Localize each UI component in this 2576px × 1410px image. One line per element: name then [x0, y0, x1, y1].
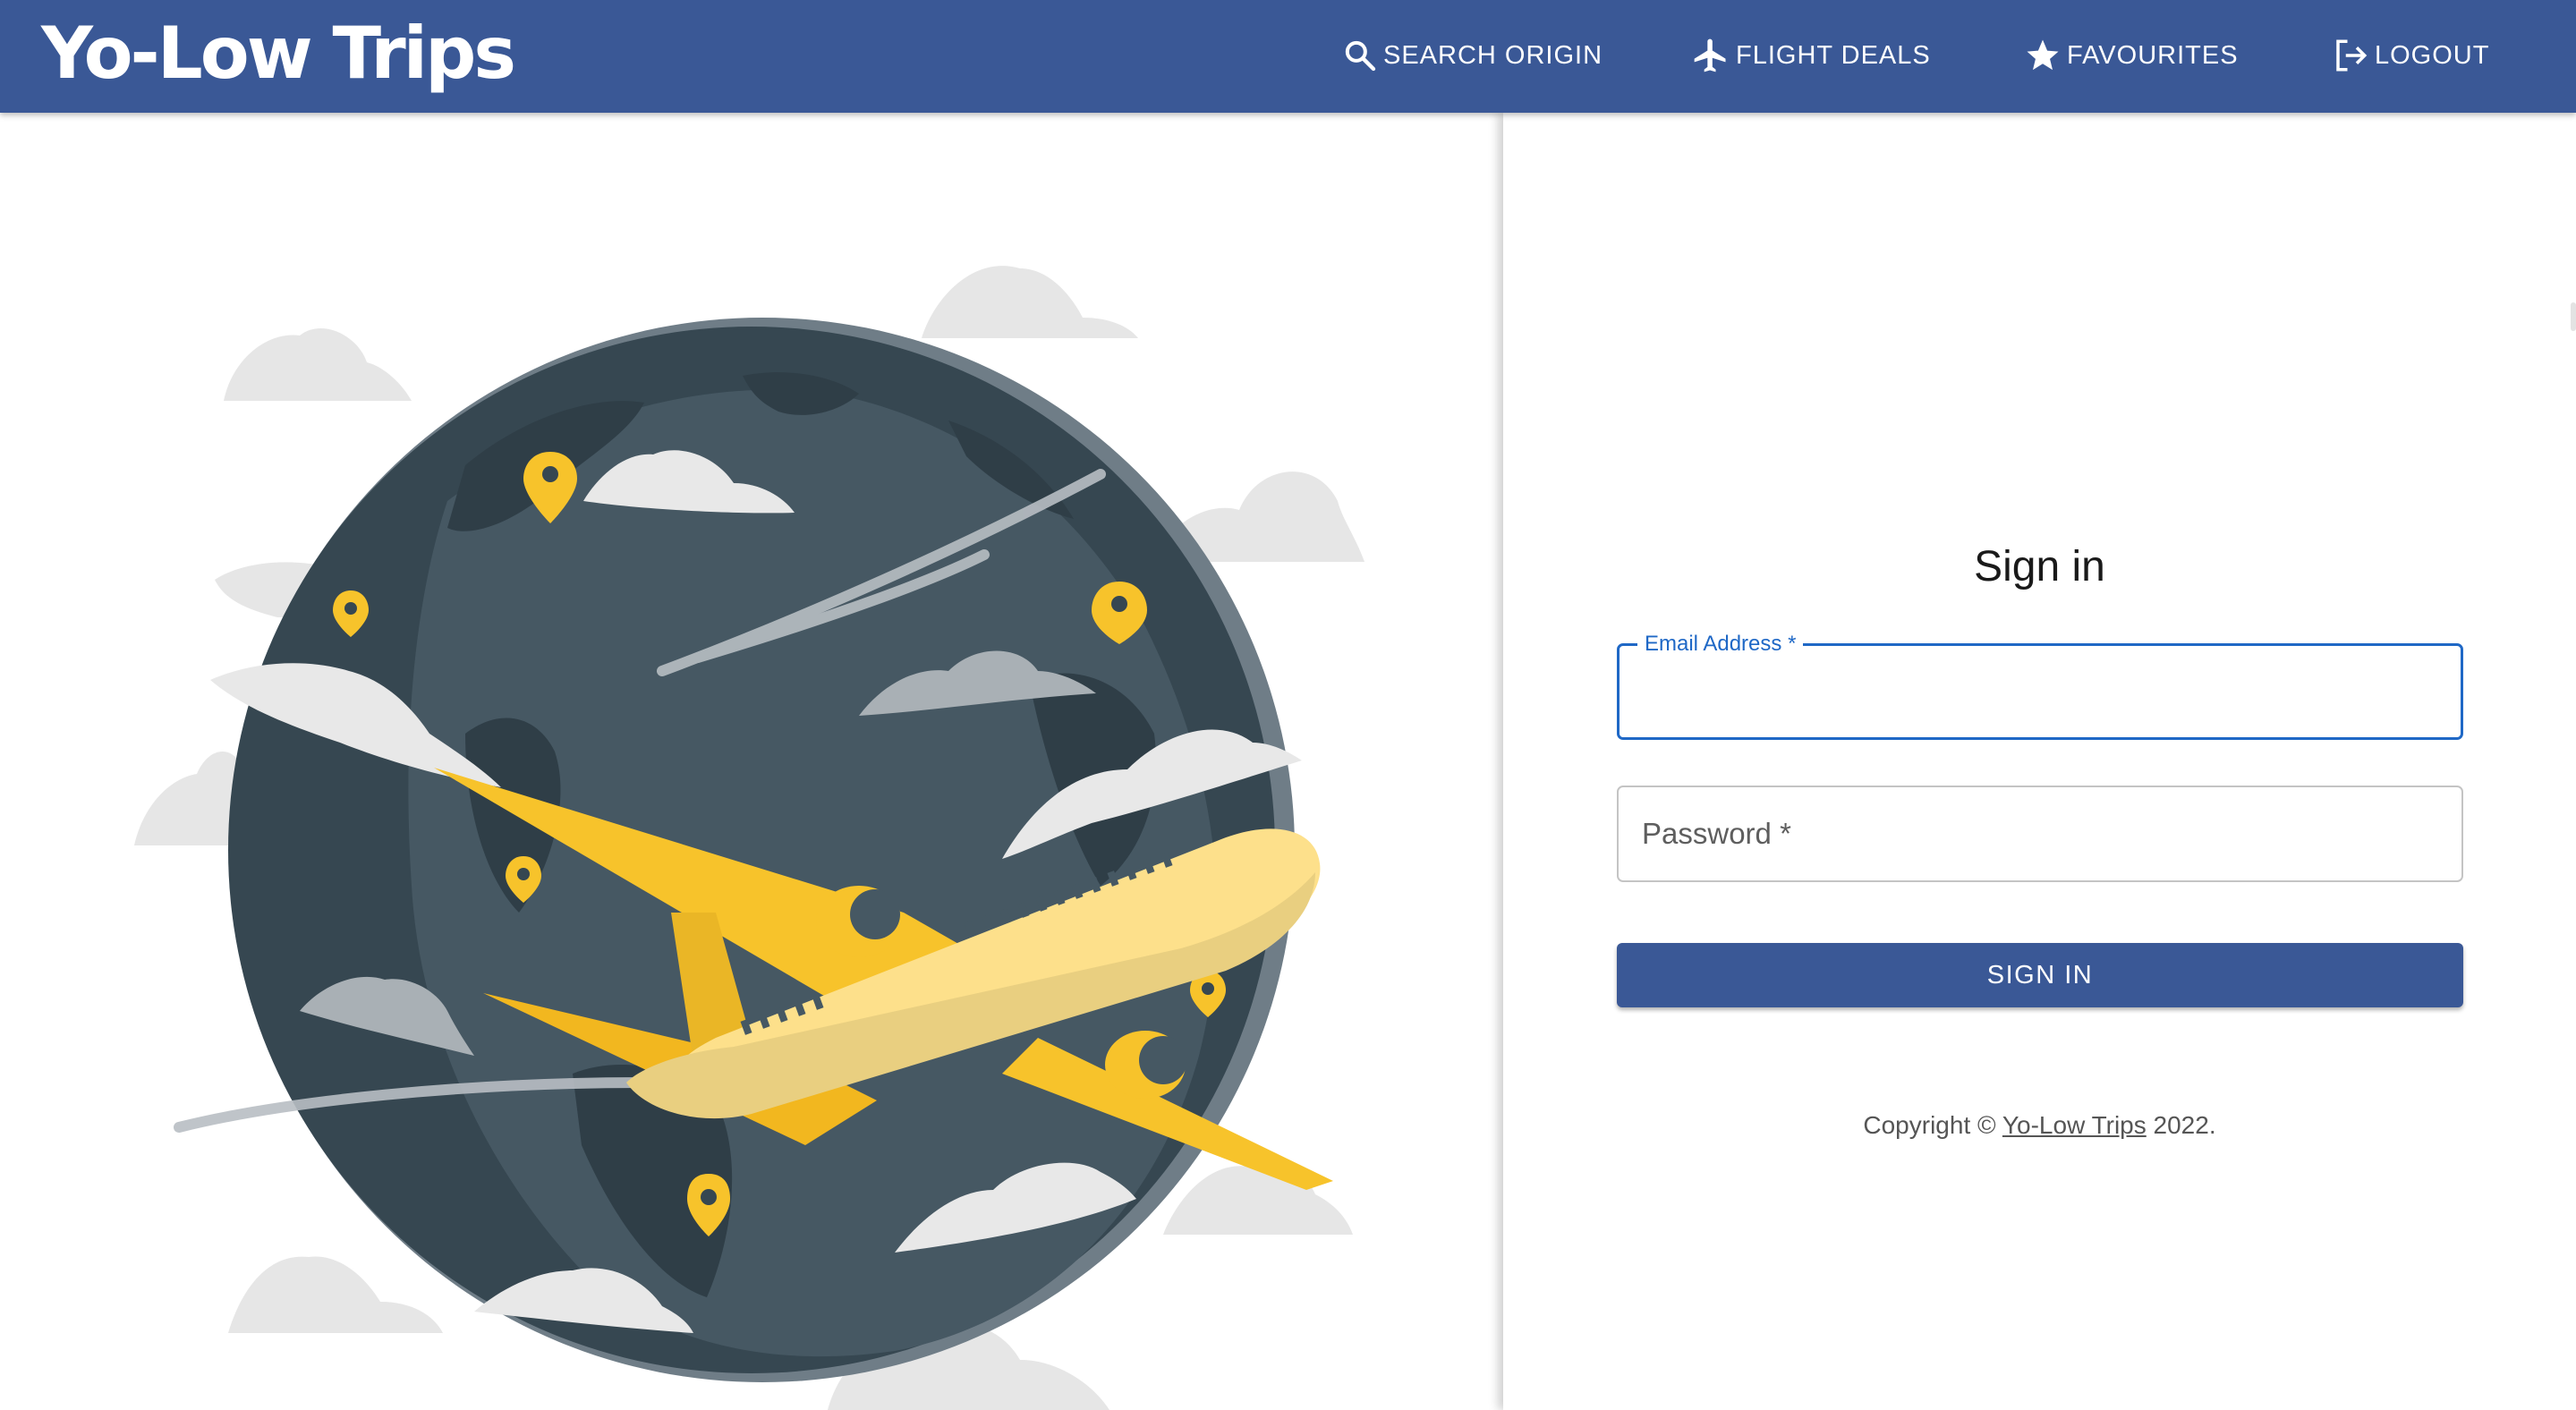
sign-in-button[interactable]: SIGN IN — [1617, 943, 2463, 1007]
nav-favourites-label: FAVOURITES — [2067, 40, 2239, 70]
nav-logout-label: LOGOUT — [2375, 40, 2490, 70]
scrollbar[interactable] — [2571, 302, 2576, 331]
nav-flight-deals-label: FLIGHT DEALS — [1736, 40, 1931, 70]
nav-logout[interactable]: LOGOUT — [2332, 27, 2489, 84]
top-app-bar: Yo-Low Trips SEARCH ORIGIN FLIGHT DEALS … — [0, 0, 2576, 113]
email-input[interactable] — [1620, 646, 2461, 737]
nav-favourites[interactable]: FAVOURITES — [2024, 27, 2239, 84]
star-icon — [2024, 37, 2062, 74]
nav-search-origin[interactable]: SEARCH ORIGIN — [1342, 27, 1603, 84]
signin-pane: Sign in Email Address * Password * SIGN … — [1503, 113, 2576, 1410]
email-field[interactable]: Email Address * — [1617, 631, 2463, 740]
copyright-text: Copyright © Yo-Low Trips 2022. — [1863, 1111, 2216, 1139]
nav-flight-deals[interactable]: FLIGHT DEALS — [1691, 27, 1931, 84]
password-field[interactable]: Password * — [1617, 786, 2463, 882]
nav-search-origin-label: SEARCH ORIGIN — [1383, 40, 1603, 70]
logout-icon — [2332, 37, 2369, 74]
copyright-link[interactable]: Yo-Low Trips — [2002, 1111, 2147, 1139]
globe-airplane-illustration — [134, 266, 1365, 1410]
signin-title: Sign in — [1974, 543, 2105, 590]
search-icon — [1342, 38, 1378, 73]
brand-logo[interactable]: Yo-Low Trips — [41, 9, 516, 98]
password-input[interactable] — [1619, 787, 2461, 880]
airplane-icon — [1691, 36, 1730, 75]
illustration-pane — [0, 113, 1503, 1410]
